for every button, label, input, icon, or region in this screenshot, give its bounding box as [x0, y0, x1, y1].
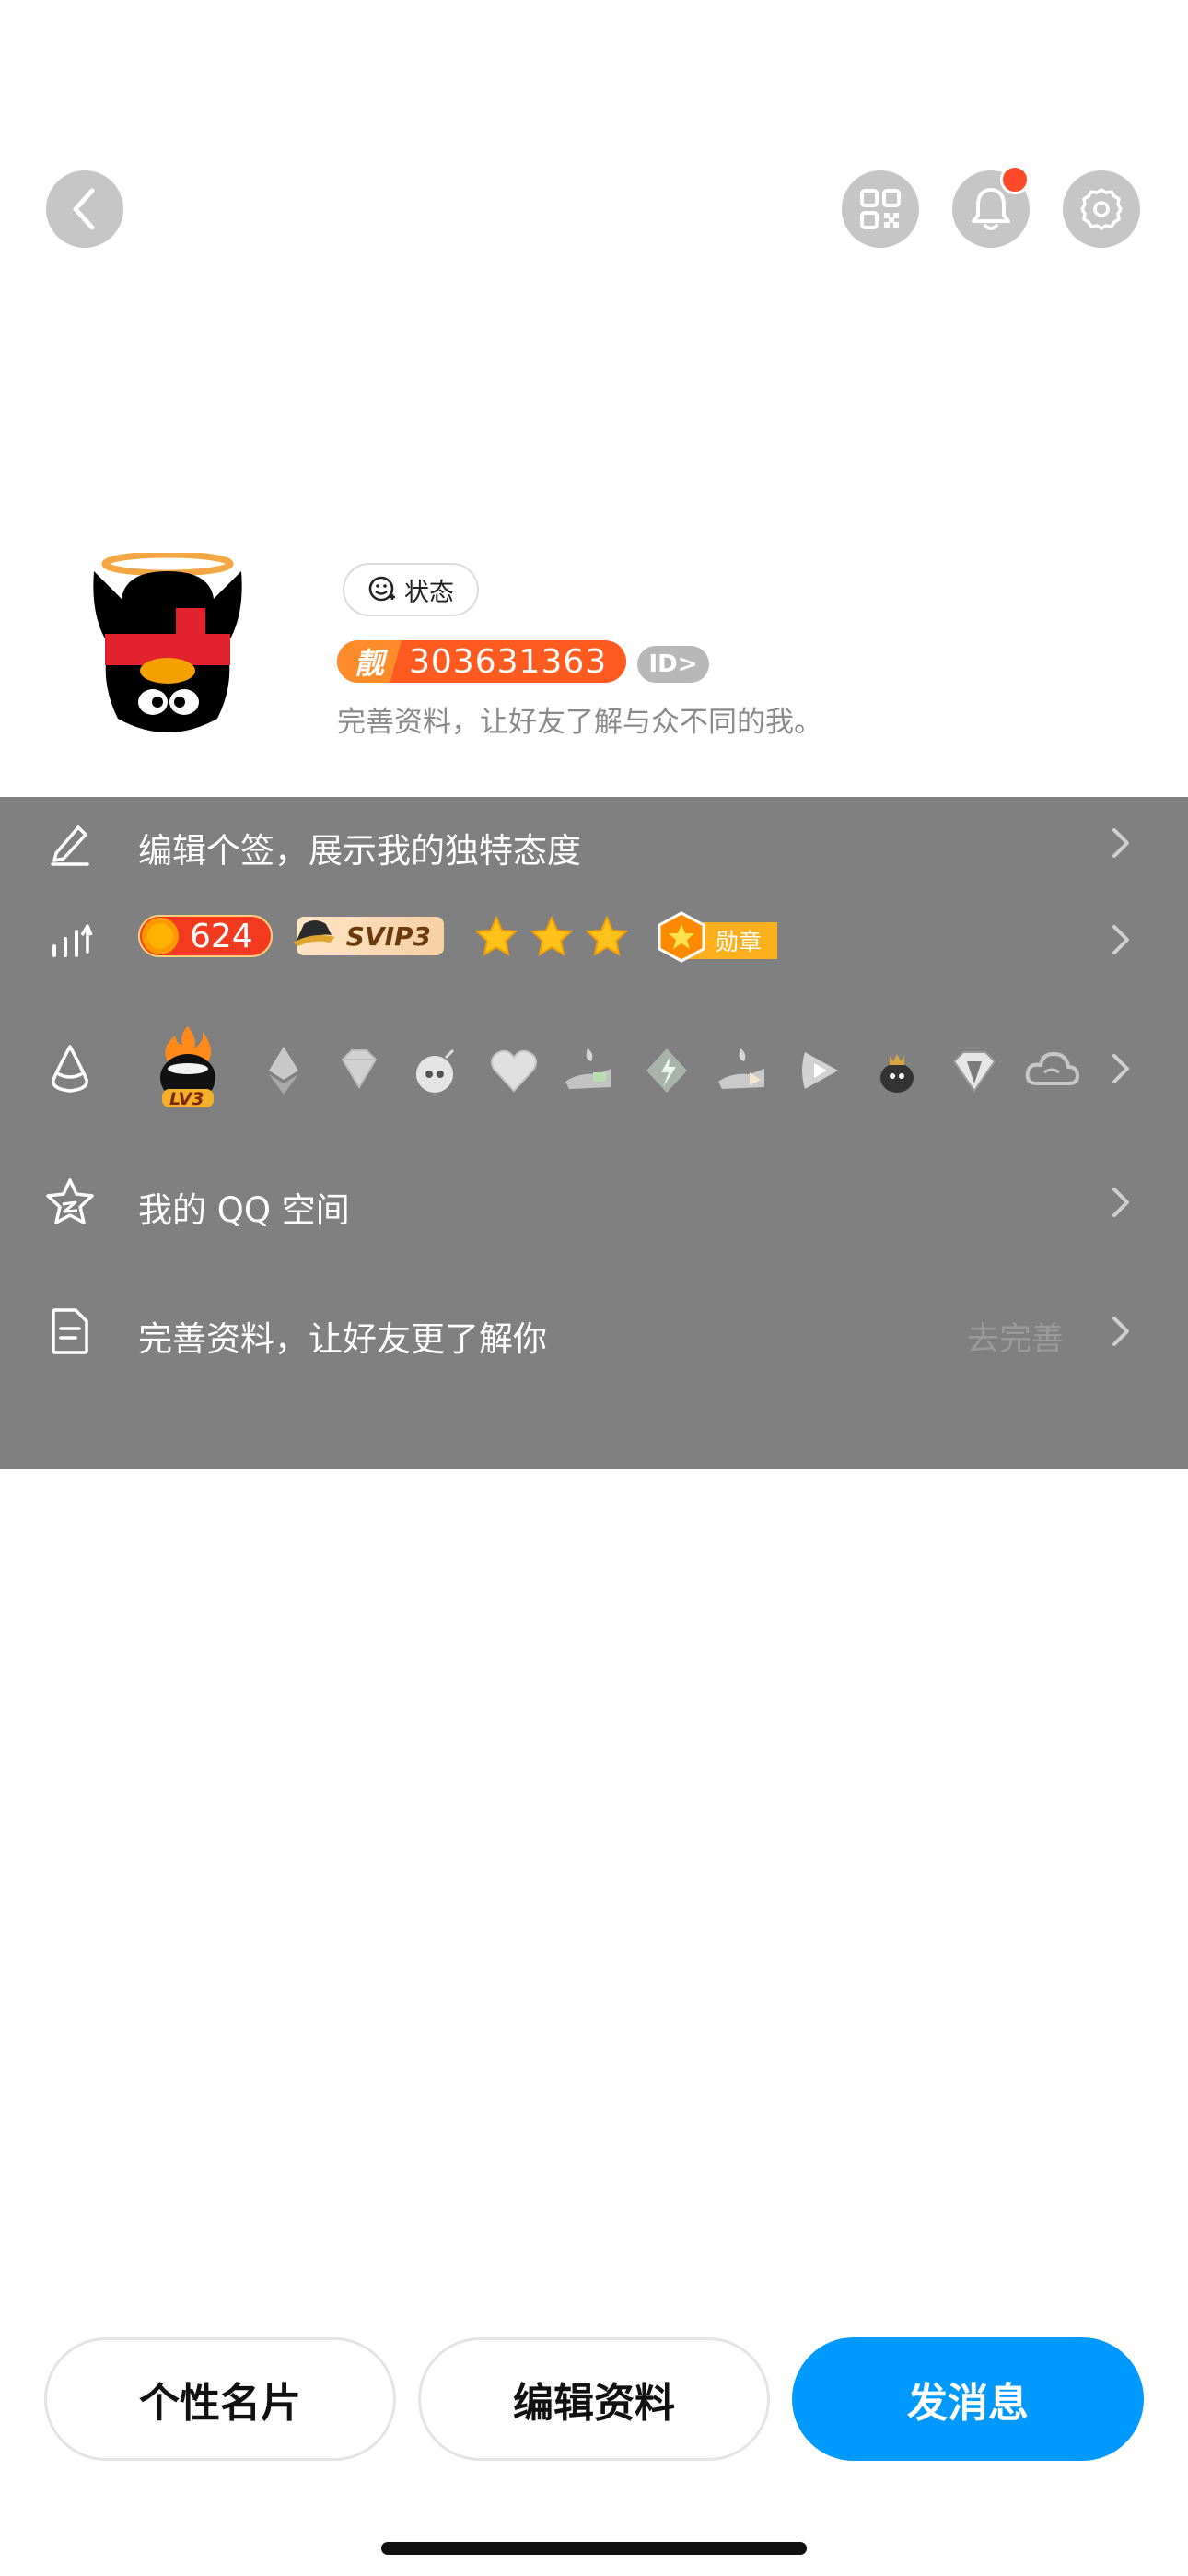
status-label: 状态 [404, 578, 454, 607]
qr-code-button[interactable] [842, 170, 919, 248]
qq-number-badge[interactable]: 靓 303631363 [337, 640, 626, 683]
star-icon [585, 915, 629, 957]
back-button[interactable] [46, 170, 123, 248]
liang-label: 靓 [337, 640, 402, 683]
growth-chart-icon [42, 910, 98, 966]
qq-number: 303631363 [409, 642, 608, 681]
lv3-flame-badge-icon: LV3 [151, 1025, 225, 1109]
chevron-right-icon [1112, 1188, 1129, 1217]
coin-count: 624 [190, 917, 253, 955]
qr-code-icon [860, 189, 901, 229]
svip-hat-icon [293, 920, 335, 946]
qzone-star-icon [42, 1175, 98, 1230]
coin-icon [142, 918, 179, 954]
medal-hex-icon [658, 911, 705, 963]
heart-badge-icon [491, 1049, 537, 1093]
complete-profile-label: 完善资料，让好友更了解你 [138, 1319, 547, 1359]
qzone-row[interactable]: 我的 QQ 空间 [0, 1165, 1188, 1239]
diamond-badge-icon [341, 1049, 378, 1089]
bell-icon [972, 188, 1010, 230]
svip-badge[interactable]: SVIP3 [293, 917, 444, 955]
chevron-right-icon [1112, 1317, 1129, 1346]
pencil-icon [42, 815, 98, 871]
coin-balance-badge[interactable]: 624 [138, 915, 273, 957]
send-message-button[interactable]: 发消息 [792, 2337, 1144, 2461]
edit-signature-label: 编辑个签，展示我的独特态度 [138, 831, 581, 871]
svip-label: SVIP3 [345, 920, 431, 952]
chevron-right-icon [1112, 925, 1129, 954]
complete-profile-row[interactable]: 完善资料，让好友更了解你 去完善 [0, 1294, 1188, 1368]
chevron-right-icon [1112, 828, 1129, 858]
notification-button[interactable] [952, 165, 1030, 248]
bomb-badge-icon [416, 1048, 455, 1093]
profile-intro-text: 完善资料，让好友了解与众不同的我。 [337, 706, 822, 739]
hand-badge-icon [718, 1048, 764, 1089]
penguin-badge-icon [880, 1054, 914, 1093]
medal-badge[interactable]: 勋章 [656, 911, 777, 963]
qzone-label: 我的 QQ 空间 [138, 1190, 350, 1230]
home-indicator [381, 2542, 807, 2555]
document-icon [42, 1304, 98, 1359]
badge-cone-icon [42, 1041, 98, 1096]
notification-dot [1000, 165, 1030, 194]
star-icon [530, 915, 574, 957]
gift-hand-badge-icon [565, 1048, 611, 1089]
id-chip[interactable]: ID> [637, 646, 709, 683]
lv3-label: LV3 [169, 1089, 204, 1109]
cloud-badge-icon [1025, 1051, 1080, 1085]
lightning-badge-icon [646, 1048, 687, 1093]
edit-profile-button[interactable]: 编辑资料 [418, 2337, 770, 2461]
complete-profile-action[interactable]: 去完善 [967, 1313, 1064, 1360]
avatar[interactable] [88, 551, 247, 737]
status-button[interactable]: 状态 [343, 563, 479, 616]
star-icon [474, 915, 518, 957]
profile-card-button[interactable]: 个性名片 [44, 2337, 396, 2461]
gem-badge-icon [952, 1051, 996, 1093]
smile-add-icon [368, 576, 395, 602]
edit-signature-row[interactable]: 编辑个签，展示我的独特态度 [0, 806, 1188, 880]
chevron-left-icon [73, 188, 95, 230]
gear-icon [1080, 188, 1123, 230]
profile-info-panel [0, 797, 1188, 1469]
play-badge-icon [802, 1052, 838, 1089]
chevron-right-icon [1112, 1054, 1129, 1083]
settings-button[interactable] [1063, 170, 1140, 248]
penguin-avatar-icon [93, 551, 242, 732]
ethereum-badge-icon [269, 1047, 298, 1095]
